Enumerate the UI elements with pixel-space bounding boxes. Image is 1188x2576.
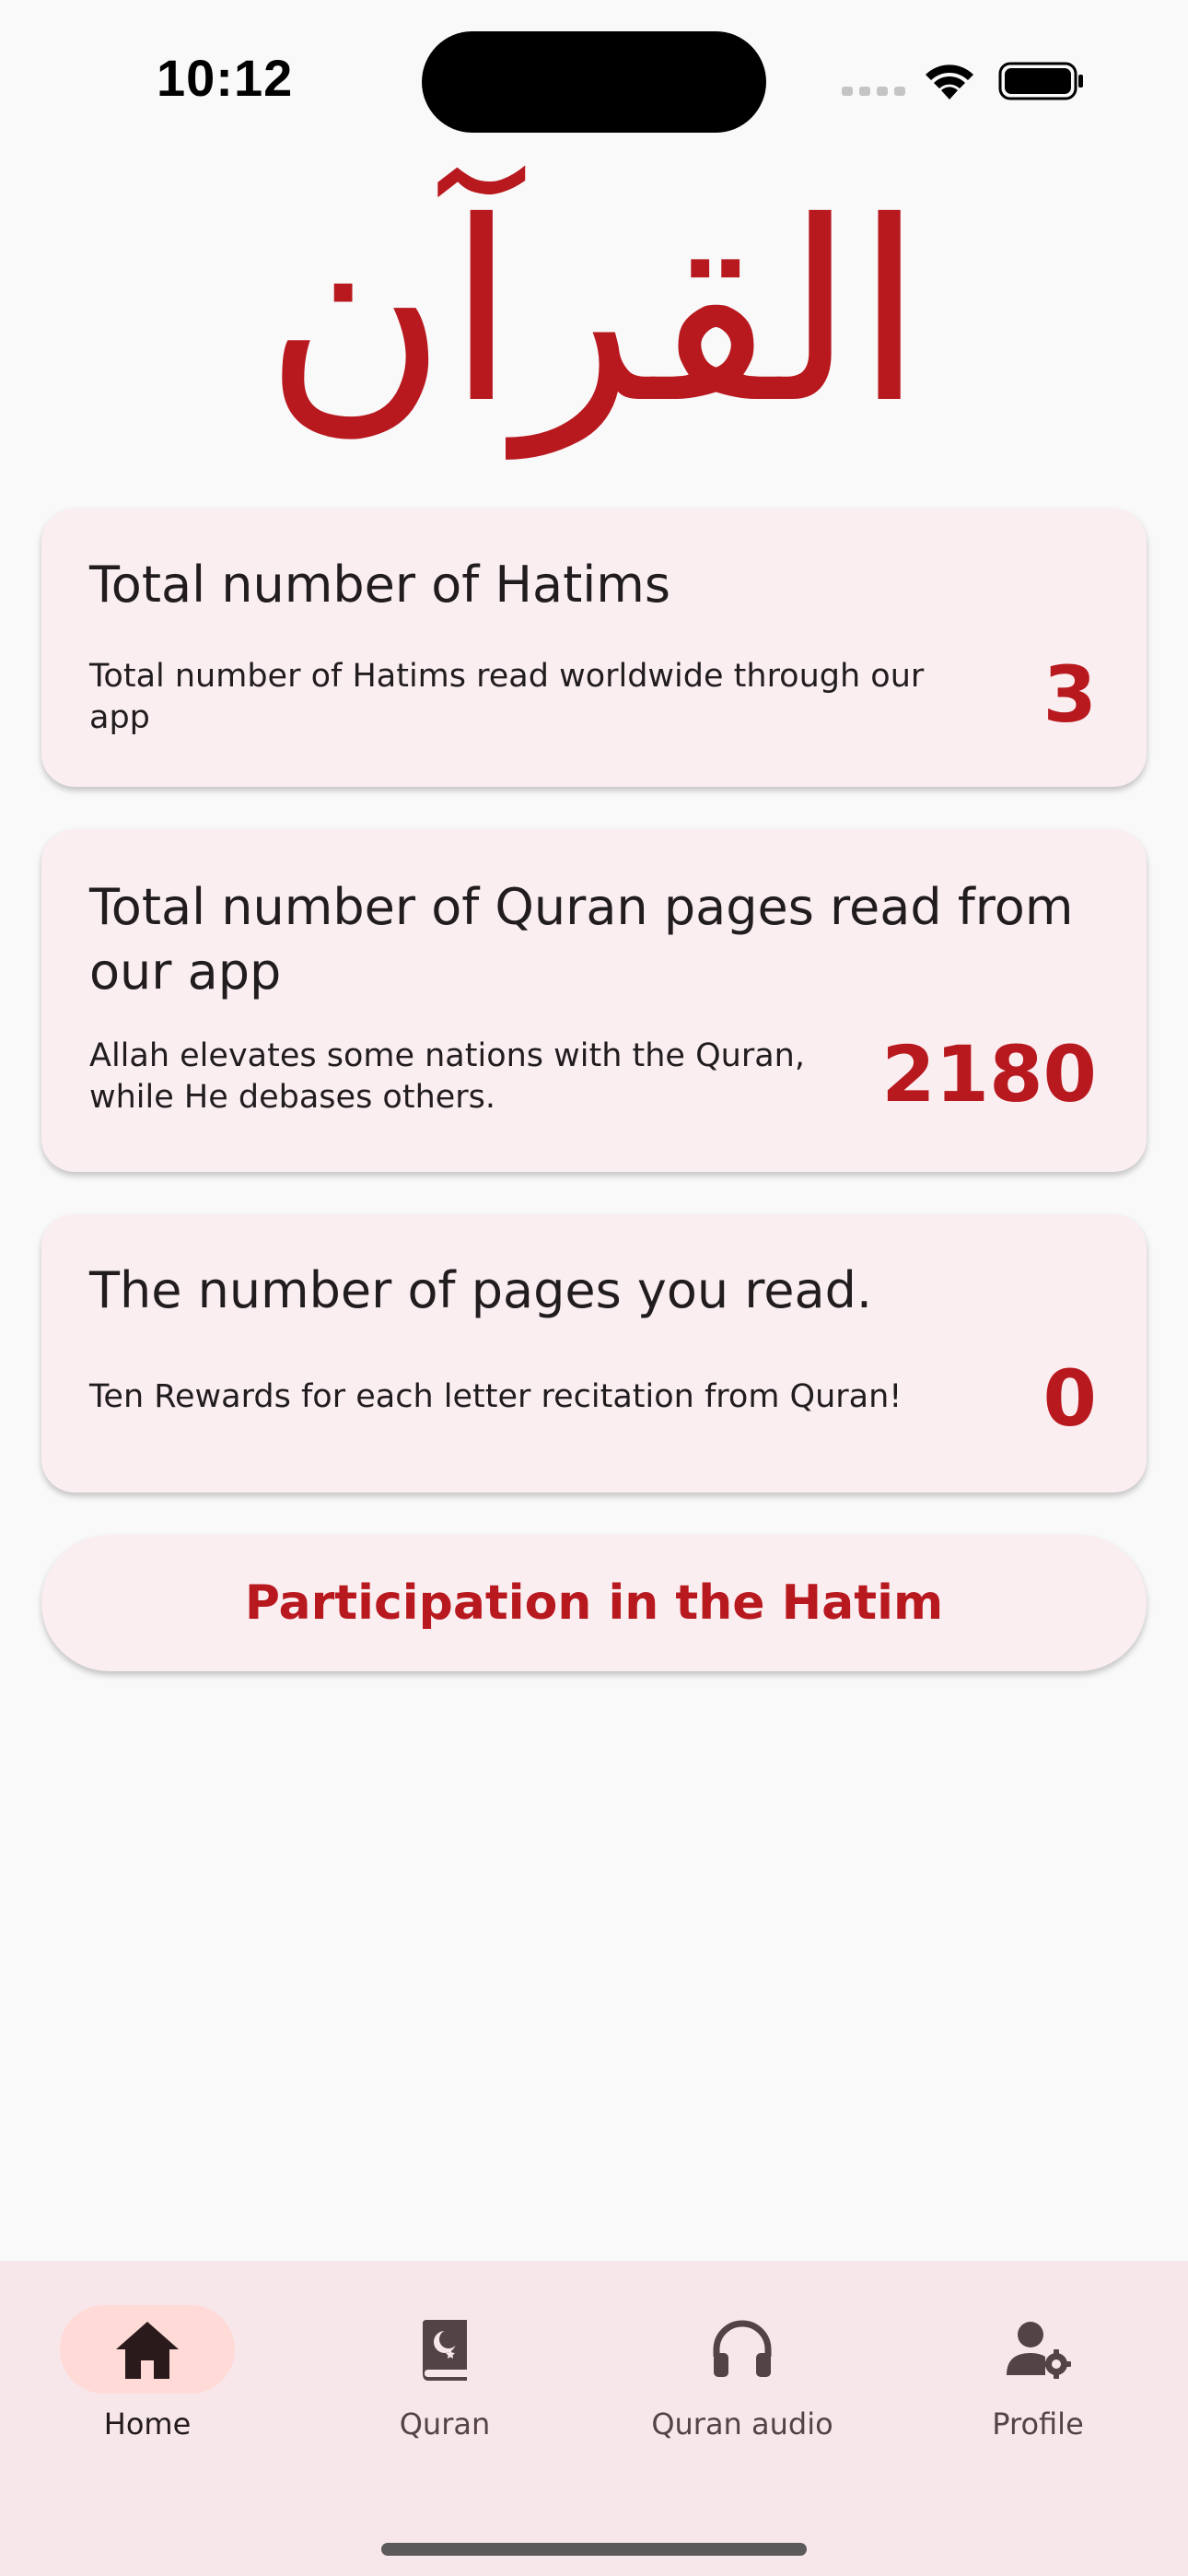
quran-book-icon (423, 2320, 467, 2381)
nav-label-profile: Profile (992, 2406, 1084, 2441)
quran-logo-text: القرآن (263, 168, 925, 458)
card-description: Total number of Hatims read worldwide th… (89, 658, 925, 736)
cellular-signal-icon (842, 87, 905, 96)
card-title: The number of pages you read. (89, 1261, 873, 1319)
total-pages-card: Total number of Quran pages read from ou… (41, 829, 1147, 1172)
card-description: Ten Rewards for each letter recitation f… (89, 1378, 903, 1415)
nav-item-quran-audio[interactable]: Quran audio (623, 2305, 862, 2489)
quran-logo: القرآن (0, 157, 1188, 470)
dynamic-island (422, 31, 766, 133)
profile-settings-icon (1007, 2322, 1071, 2379)
bottom-navigation: Home Quran Quran audio Profile (0, 2261, 1188, 2576)
card-title: Total number of Hatims (89, 556, 671, 614)
status-bar: 10:12 (0, 0, 1188, 157)
nav-label-quran-audio: Quran audio (651, 2406, 833, 2441)
total-pages-value: 2180 (881, 1029, 1097, 1119)
card-title: Total number of Quran pages read from ou… (89, 878, 1074, 1001)
participate-hatim-button[interactable]: Participation in the Hatim (41, 1535, 1147, 1671)
wifi-icon (926, 64, 973, 100)
nav-label-quran: Quran (399, 2406, 491, 2441)
your-pages-value: 0 (1042, 1353, 1097, 1444)
your-pages-card: The number of pages you read. Ten Reward… (41, 1214, 1147, 1493)
total-hatims-value: 3 (1042, 650, 1097, 740)
headphones-icon (713, 2320, 772, 2377)
home-indicator[interactable] (381, 2543, 807, 2556)
nav-label-home: Home (103, 2406, 192, 2441)
total-hatims-card: Total number of Hatims Total number of H… (41, 509, 1147, 787)
nav-item-quran[interactable]: Quran (325, 2305, 565, 2489)
nav-item-profile[interactable]: Profile (918, 2305, 1158, 2489)
status-time: 10:12 (157, 49, 294, 107)
nav-item-home[interactable]: Home (28, 2305, 267, 2489)
battery-icon (998, 62, 1083, 100)
card-description: Allah elevates some nations with the Qur… (89, 1037, 805, 1116)
home-icon (116, 2322, 179, 2379)
